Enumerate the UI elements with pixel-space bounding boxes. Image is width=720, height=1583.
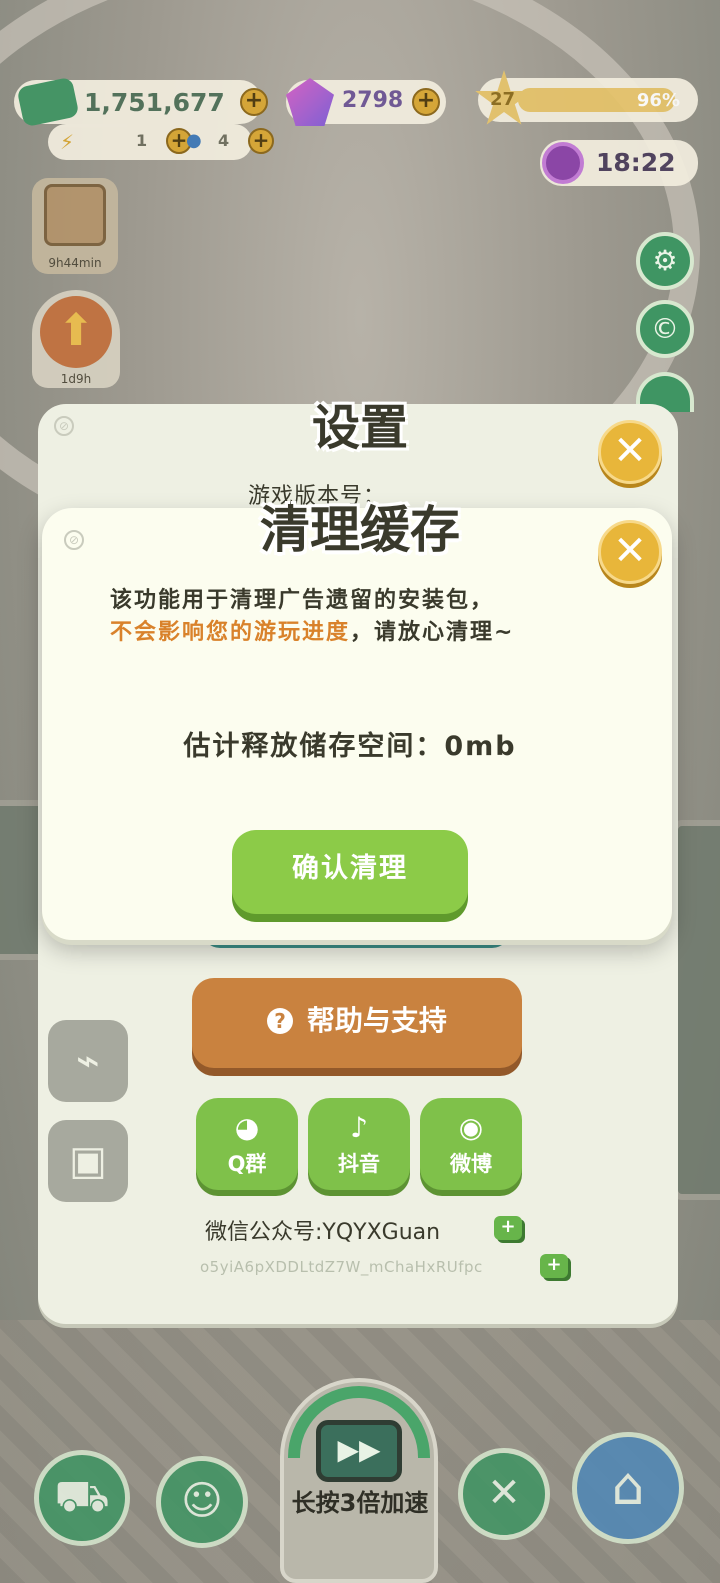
weibo-label: 微博 (450, 1152, 492, 1176)
cache-close-button[interactable]: ✕ (598, 520, 662, 584)
cash-icon (16, 76, 80, 128)
shop-cart-button[interactable]: ⛟ (34, 1450, 130, 1546)
qq-group-button[interactable]: ◕ Q群 (196, 1098, 298, 1190)
boost-timer: 1d9h (60, 372, 92, 386)
clock-display: 18:22 (540, 140, 698, 186)
settings-close-button[interactable]: ✕ (598, 420, 662, 484)
speed-up-label: 长按3倍加速 (291, 1489, 429, 1517)
level-display: 27 96% (475, 70, 698, 125)
cash-plus-button[interactable]: + (240, 88, 268, 116)
home-icon: ⌂ (611, 1457, 645, 1517)
confirm-clear-button[interactable]: 确认清理 (232, 830, 468, 914)
gems-plus-button[interactable]: + (412, 88, 440, 116)
arrow-up-icon: ⬆ (40, 296, 112, 368)
water-plus-button[interactable]: + (248, 128, 274, 154)
gems-display: 2798 + (286, 78, 446, 126)
copyright-icon-button[interactable]: © (636, 300, 694, 358)
user-code-label: o5yiA6pXDDLtdZ7W_mChaHxRUfpc (200, 1258, 483, 1276)
book-timer: 9h44min (48, 256, 102, 270)
water-icon: ● (186, 130, 202, 151)
qq-group-label: Q群 (227, 1152, 267, 1176)
clock-icon (542, 142, 584, 184)
tools-button[interactable]: ✕ (458, 1448, 550, 1540)
water-value: 4 (218, 131, 230, 150)
douyin-icon: ♪ (350, 1111, 368, 1144)
cache-highlight-text: 不会影响您的游玩进度 (110, 620, 351, 645)
book-event-button[interactable]: 9h44min (32, 178, 118, 274)
copy-wechat-icon[interactable]: + (494, 1216, 522, 1240)
douyin-label: 抖音 (338, 1152, 380, 1176)
book-icon (44, 184, 106, 246)
estimated-space-label: 估计释放储存空间：0mb (183, 731, 517, 762)
cache-rest-text: ，请放心清理~ (350, 620, 515, 645)
cache-description-line1: 该功能用于清理广告遗留的安装包， (110, 588, 495, 613)
gem-icon (286, 78, 334, 126)
copy-user-code-icon[interactable]: + (540, 1254, 568, 1278)
fast-forward-icon: ▶▶ (316, 1420, 402, 1482)
energy-value: 1 (136, 131, 148, 150)
clock-value: 18:22 (596, 148, 676, 177)
gift-icon-button[interactable]: ▣ (48, 1120, 128, 1202)
weibo-button[interactable]: ◉ 微博 (420, 1098, 522, 1190)
boost-button[interactable]: ⬆ 1d9h (32, 290, 120, 388)
qq-icon: ◕ (234, 1111, 260, 1144)
energy-icon: ⚡ (60, 130, 75, 154)
cash-value: 1,751,677 (84, 88, 225, 117)
wechat-account-label: 微信公众号:YQYXGuan (205, 1220, 441, 1245)
home-button[interactable]: ⌂ (572, 1432, 684, 1544)
help-support-label: 帮助与支持 (306, 1004, 447, 1037)
level-number: 27 (490, 89, 516, 110)
gear-icon-button[interactable]: ⚙ (636, 232, 694, 290)
help-support-button[interactable]: ? 帮助与支持 (192, 978, 522, 1068)
tools-icon: ✕ (487, 1470, 521, 1516)
cache-description-line2: 不会影响您的游玩进度，请放心清理~ (110, 614, 514, 646)
gems-value: 2798 (342, 88, 404, 113)
douyin-button[interactable]: ♪ 抖音 (308, 1098, 410, 1190)
level-progress: 96% (636, 90, 680, 111)
weibo-icon: ◉ (458, 1111, 484, 1144)
resources-display: ⚡ 1 + ● 4 + (48, 124, 274, 160)
cart-icon: ⛟ (54, 1471, 110, 1522)
bg-room-right (672, 820, 720, 1200)
smile-icon: ☺ (181, 1478, 223, 1524)
broom-icon-button[interactable]: ⌁ (48, 1020, 128, 1102)
emoji-button[interactable]: ☺ (156, 1456, 248, 1548)
help-icon: ? (267, 1008, 294, 1034)
cash-display: 1,751,677 + (14, 76, 268, 128)
